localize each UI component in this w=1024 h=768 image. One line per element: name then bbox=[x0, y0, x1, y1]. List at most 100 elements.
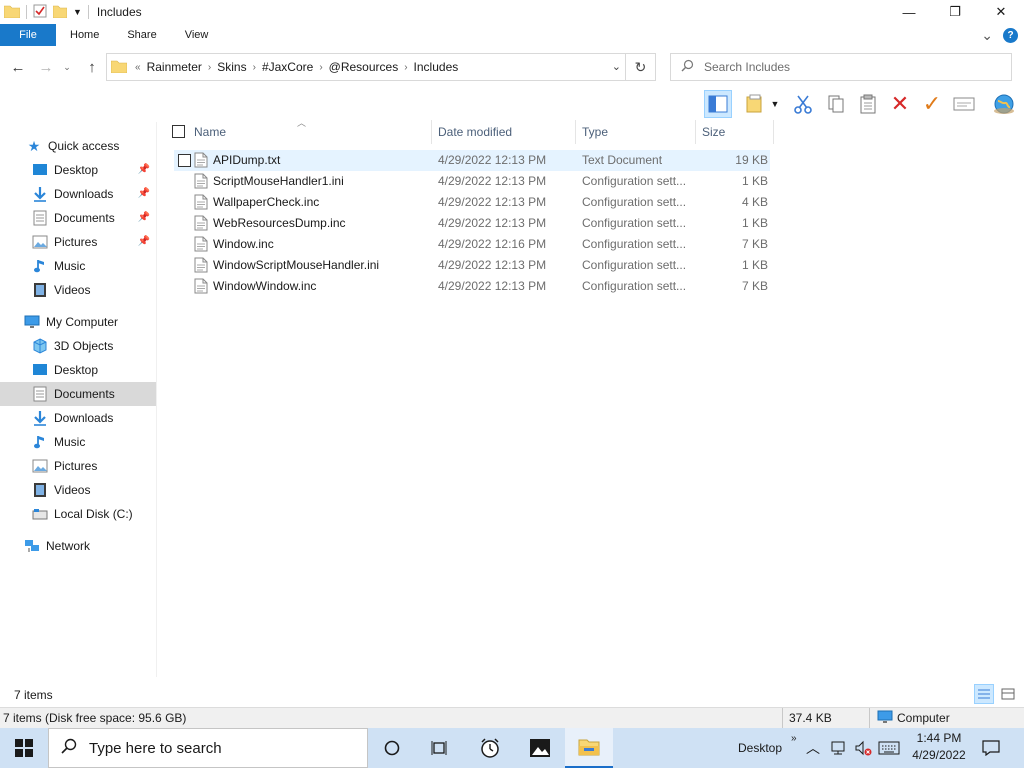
search-input[interactable]: Search Includes bbox=[670, 53, 1012, 81]
file-name: WallpaperCheck.inc bbox=[213, 195, 320, 209]
up-arrow-icon[interactable]: ↑ bbox=[80, 53, 104, 81]
task-view-icon[interactable] bbox=[416, 728, 464, 768]
pin-icon[interactable]: 📌 bbox=[138, 212, 150, 223]
taskbar-search-input[interactable]: Type here to search bbox=[48, 728, 368, 768]
chevron-right-icon[interactable]: › bbox=[206, 62, 213, 73]
nav-computer-item[interactable]: 3D Objects bbox=[0, 334, 156, 358]
photos-app-icon[interactable] bbox=[516, 728, 564, 768]
chevron-down-icon[interactable]: ▼ bbox=[768, 90, 782, 118]
network-status-icon[interactable] bbox=[830, 728, 848, 768]
address-bar[interactable]: « Rainmeter › Skins › #JaxCore › @Resour… bbox=[106, 53, 656, 81]
maximize-button[interactable]: ❐ bbox=[932, 0, 978, 24]
chevron-right-icon[interactable]: › bbox=[317, 62, 324, 73]
back-arrow-icon[interactable]: ← bbox=[6, 53, 30, 81]
breadcrumb-item[interactable]: Includes bbox=[410, 60, 463, 74]
view-switcher bbox=[974, 684, 1018, 704]
windows-logo-icon bbox=[15, 739, 33, 757]
minimize-button[interactable]: — bbox=[886, 0, 932, 24]
show-hidden-icons-icon[interactable]: ︿ bbox=[806, 728, 820, 768]
nav-computer-item[interactable]: Documents bbox=[0, 382, 156, 406]
close-button[interactable]: ✕ bbox=[978, 0, 1024, 24]
desktop-toolbar-label[interactable]: Desktop bbox=[738, 728, 782, 768]
nav-network[interactable]: Network bbox=[0, 534, 156, 558]
cortana-icon[interactable] bbox=[368, 728, 416, 768]
nav-quick-access-item[interactable]: Pictures 📌 bbox=[0, 230, 156, 254]
file-row[interactable]: WindowWindow.inc 4/29/2022 12:13 PM Config… bbox=[174, 276, 770, 297]
tab-home[interactable]: Home bbox=[56, 24, 113, 46]
nav-quick-access-item[interactable]: Videos bbox=[0, 278, 156, 302]
breadcrumb-item[interactable]: @Resources bbox=[325, 60, 403, 74]
select-all-checkbox[interactable] bbox=[172, 125, 185, 138]
properties-dropdown-icon[interactable] bbox=[742, 90, 770, 118]
nav-computer-item[interactable]: Videos bbox=[0, 478, 156, 502]
pin-icon[interactable]: 📌 bbox=[138, 188, 150, 199]
file-row[interactable]: ScriptMouseHandler1.ini 4/29/2022 12:13 P… bbox=[174, 171, 770, 192]
properties-icon[interactable] bbox=[33, 4, 47, 21]
cut-icon[interactable] bbox=[789, 90, 817, 118]
breadcrumb-item[interactable]: Rainmeter bbox=[143, 60, 206, 74]
tab-share[interactable]: Share bbox=[113, 24, 170, 46]
nav-label: Music bbox=[54, 259, 86, 273]
nav-computer-item[interactable]: Local Disk (C:) bbox=[0, 502, 156, 526]
refresh-icon[interactable]: ↻ bbox=[625, 54, 655, 80]
column-header-type[interactable]: Type bbox=[576, 120, 696, 144]
clock[interactable]: 1:44 PM 4/29/2022 bbox=[906, 730, 972, 764]
file-row[interactable]: Window.inc 4/29/2022 12:16 PM Configuratio… bbox=[174, 234, 770, 255]
nav-label: Videos bbox=[54, 283, 91, 297]
expand-ribbon-icon[interactable]: ⌄ bbox=[981, 27, 993, 44]
rename-check-icon[interactable]: ✓ bbox=[918, 90, 946, 118]
breadcrumb-item[interactable]: #JaxCore bbox=[258, 60, 317, 74]
file-icon bbox=[194, 173, 208, 189]
nav-computer-item[interactable]: Music bbox=[0, 430, 156, 454]
address-dropdown-icon[interactable]: ⌄ bbox=[612, 60, 621, 73]
forward-arrow-icon[interactable]: → bbox=[34, 53, 58, 81]
volume-muted-icon[interactable] bbox=[854, 728, 872, 768]
keyboard-icon[interactable] bbox=[878, 728, 900, 768]
file-row[interactable]: APIDump.txt 4/29/2022 12:13 PM Text Docume… bbox=[174, 150, 770, 171]
customize-qat-icon[interactable]: ▼ bbox=[73, 7, 82, 17]
nav-label: Quick access bbox=[48, 139, 120, 153]
chevron-right-icon[interactable]: › bbox=[402, 62, 409, 73]
large-icons-view-icon[interactable] bbox=[998, 684, 1018, 704]
alarm-clock-icon[interactable] bbox=[466, 728, 514, 768]
paste-icon[interactable] bbox=[854, 90, 882, 118]
tab-view[interactable]: View bbox=[171, 24, 223, 46]
toolbar-chevron-icon[interactable]: » bbox=[791, 718, 797, 758]
pin-icon[interactable]: 📌 bbox=[138, 236, 150, 247]
help-icon[interactable]: ? bbox=[1003, 27, 1018, 43]
email-icon[interactable] bbox=[950, 90, 978, 118]
nav-computer-item[interactable]: Downloads bbox=[0, 406, 156, 430]
copy-icon[interactable] bbox=[822, 90, 850, 118]
nav-quick-access-item[interactable]: Desktop 📌 bbox=[0, 158, 156, 182]
breadcrumb-overflow-icon[interactable]: « bbox=[133, 62, 143, 73]
new-folder-icon[interactable] bbox=[52, 4, 68, 21]
nav-label: Pictures bbox=[54, 235, 98, 249]
tab-file[interactable]: File bbox=[0, 24, 56, 46]
file-row[interactable]: WallpaperCheck.inc 4/29/2022 12:13 PM Conf… bbox=[174, 192, 770, 213]
notifications-icon[interactable] bbox=[982, 728, 1000, 768]
chevron-right-icon[interactable]: › bbox=[251, 62, 258, 73]
column-header-name[interactable]: Name bbox=[188, 120, 432, 144]
nav-quick-access-item[interactable]: Documents 📌 bbox=[0, 206, 156, 230]
column-header-date[interactable]: Date modified bbox=[432, 120, 576, 144]
folder-icon bbox=[3, 4, 21, 21]
nav-quick-access-item[interactable]: Downloads 📌 bbox=[0, 182, 156, 206]
pin-icon[interactable]: 📌 bbox=[138, 164, 150, 175]
file-row[interactable]: WebResourcesDump.inc 4/29/2022 12:13 PM Co… bbox=[174, 213, 770, 234]
column-header-size[interactable]: Size bbox=[696, 120, 774, 144]
delete-icon[interactable]: ✕ bbox=[886, 90, 914, 118]
nav-my-computer[interactable]: My Computer bbox=[0, 310, 156, 334]
breadcrumb-item[interactable]: Skins bbox=[213, 60, 250, 74]
row-checkbox[interactable] bbox=[178, 154, 191, 167]
recent-locations-icon[interactable]: ⌄ bbox=[60, 53, 74, 81]
preview-pane-icon[interactable] bbox=[704, 90, 732, 118]
nav-computer-item[interactable]: Pictures bbox=[0, 454, 156, 478]
details-view-icon[interactable] bbox=[974, 684, 994, 704]
nav-quick-access-item[interactable]: Music bbox=[0, 254, 156, 278]
start-button[interactable] bbox=[0, 728, 48, 768]
nav-quick-access[interactable]: ★ Quick access bbox=[0, 134, 156, 158]
file-explorer-icon[interactable] bbox=[565, 728, 613, 768]
nav-computer-item[interactable]: Desktop bbox=[0, 358, 156, 382]
file-row[interactable]: WindowScriptMouseHandler.ini 4/29/2022 12… bbox=[174, 255, 770, 276]
globe-icon[interactable] bbox=[990, 90, 1018, 118]
